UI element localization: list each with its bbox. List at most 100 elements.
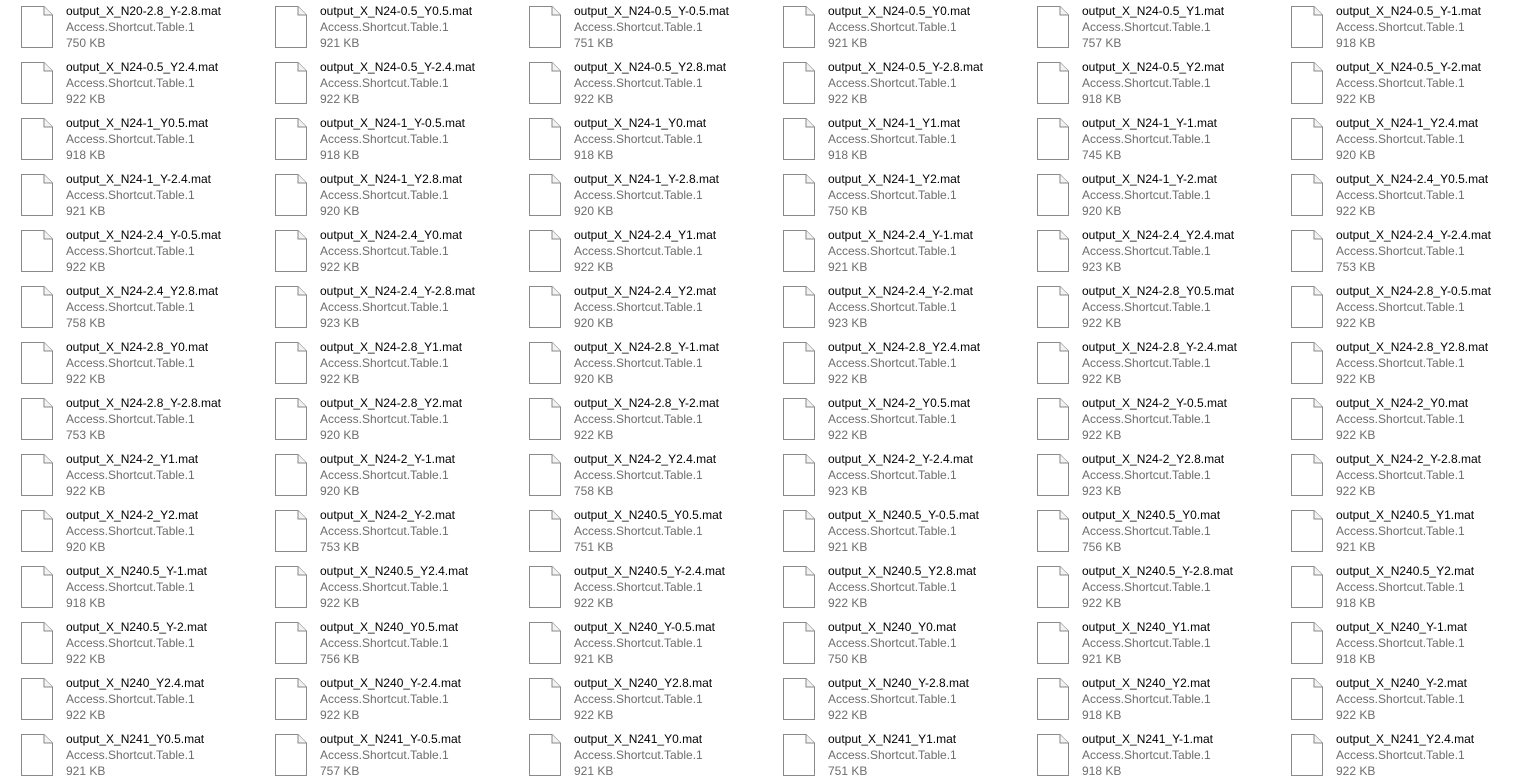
file-tile[interactable]: output_X_N240.5_Y-2.4.mat Access.Shortcut… [508,560,748,612]
file-tile[interactable]: output_X_N24-2.4_Y-2.8.mat Access.Shortcu… [254,280,494,332]
file-tile[interactable]: output_X_N24-2_Y-2.4.mat Access.Shortcut.… [762,448,1002,500]
document-file-icon [20,733,54,777]
file-size: 918 KB [1336,36,1376,50]
file-tile[interactable]: output_X_N20-2.8_Y-2.8.mat Access.Shortcu… [0,0,240,52]
file-tile[interactable]: output_X_N24-1_Y-2.4.mat Access.Shortcut.… [0,168,240,220]
file-tile[interactable]: output_X_N24-0.5_Y0.5.mat Access.Shortcut… [254,0,494,52]
file-tile[interactable]: output_X_N240.5_Y2.8.mat Access.Shortcut.… [762,560,1002,612]
file-tile[interactable]: output_X_N24-0.5_Y2.mat Access.Shortcut.T… [1016,56,1256,108]
file-tile[interactable]: output_X_N24-2.8_Y1.mat Access.Shortcut.T… [254,336,494,388]
file-tile[interactable]: output_X_N24-2.4_Y-2.4.mat Access.Shortcu… [1270,224,1510,276]
file-tile[interactable]: output_X_N240_Y-2.4.mat Access.Shortcut.T… [254,672,494,724]
file-tile[interactable]: output_X_N24-2.4_Y0.mat Access.Shortcut.T… [254,224,494,276]
file-tile[interactable]: output_X_N240.5_Y0.5.mat Access.Shortcut.… [508,504,748,556]
file-tile[interactable]: output_X_N24-2.4_Y-1.mat Access.Shortcut.… [762,224,1002,276]
file-tile[interactable]: output_X_N24-2_Y-0.5.mat Access.Shortcut.… [1016,392,1256,444]
file-tile[interactable]: output_X_N240_Y-2.8.mat Access.Shortcut.T… [762,672,1002,724]
file-tile[interactable]: output_X_N24-1_Y-1.mat Access.Shortcut.Ta… [1016,112,1256,164]
file-tile[interactable]: output_X_N240_Y-2.mat Access.Shortcut.Tab… [1270,672,1510,724]
file-tile[interactable]: output_X_N240.5_Y1.mat Access.Shortcut.Ta… [1270,504,1510,556]
file-tile[interactable]: output_X_N240.5_Y2.4.mat Access.Shortcut.… [254,560,494,612]
file-tile[interactable]: output_X_N24-1_Y-2.mat Access.Shortcut.Ta… [1016,168,1256,220]
file-tile[interactable]: output_X_N241_Y2.4.mat Access.Shortcut.Ta… [1270,728,1510,780]
file-tile[interactable]: output_X_N24-1_Y-2.8.mat Access.Shortcut.… [508,168,748,220]
file-tile[interactable]: output_X_N24-2.4_Y-2.mat Access.Shortcut.… [762,280,1002,332]
file-tile[interactable]: output_X_N24-2.4_Y0.5.mat Access.Shortcut… [1270,168,1510,220]
file-tile[interactable]: output_X_N24-2_Y-2.8.mat Access.Shortcut.… [1270,448,1510,500]
file-tile[interactable]: output_X_N24-2_Y1.mat Access.Shortcut.Tab… [0,448,240,500]
file-tile[interactable]: output_X_N24-2_Y2.4.mat Access.Shortcut.T… [508,448,748,500]
file-type: Access.Shortcut.Table.1 [1336,636,1465,650]
file-tile[interactable]: output_X_N24-2.8_Y0.mat Access.Shortcut.T… [0,336,240,388]
file-name: output_X_N24-2_Y0.mat [1336,396,1469,410]
file-tile[interactable]: output_X_N24-2.8_Y-2.8.mat Access.Shortcu… [0,392,240,444]
file-tile[interactable]: output_X_N24-2.4_Y1.mat Access.Shortcut.T… [508,224,748,276]
file-tile[interactable]: output_X_N241_Y0.5.mat Access.Shortcut.Ta… [0,728,240,780]
file-tile[interactable]: output_X_N240_Y0.mat Access.Shortcut.Tabl… [762,616,1002,668]
file-tile[interactable]: output_X_N24-2.8_Y0.5.mat Access.Shortcut… [1016,280,1256,332]
file-tile[interactable]: output_X_N240.5_Y0.mat Access.Shortcut.Ta… [1016,504,1256,556]
file-tile[interactable]: output_X_N24-0.5_Y-0.5.mat Access.Shortcu… [508,0,748,52]
file-tile[interactable]: output_X_N24-1_Y2.mat Access.Shortcut.Tab… [762,168,1002,220]
file-tile[interactable]: output_X_N240_Y1.mat Access.Shortcut.Tabl… [1016,616,1256,668]
file-tile[interactable]: output_X_N240_Y-1.mat Access.Shortcut.Tab… [1270,616,1510,668]
file-tile[interactable]: output_X_N24-0.5_Y2.4.mat Access.Shortcut… [0,56,240,108]
file-tile[interactable]: output_X_N24-2.8_Y2.8.mat Access.Shortcut… [1270,336,1510,388]
file-tile[interactable]: output_X_N240.5_Y-0.5.mat Access.Shortcut… [762,504,1002,556]
file-tile[interactable]: output_X_N240_Y2.mat Access.Shortcut.Tabl… [1016,672,1256,724]
file-tile[interactable]: output_X_N24-1_Y-0.5.mat Access.Shortcut.… [254,112,494,164]
file-tile[interactable]: output_X_N24-2.4_Y-0.5.mat Access.Shortcu… [0,224,240,276]
file-tile[interactable]: output_X_N24-2_Y2.mat Access.Shortcut.Tab… [0,504,240,556]
file-name: output_X_N24-2.8_Y1.mat [320,340,463,354]
file-type: Access.Shortcut.Table.1 [320,76,449,90]
file-tile[interactable]: output_X_N241_Y-1.mat Access.Shortcut.Tab… [1016,728,1256,780]
file-tile[interactable]: output_X_N240_Y2.8.mat Access.Shortcut.Ta… [508,672,748,724]
file-type: Access.Shortcut.Table.1 [320,692,449,706]
file-tile[interactable]: output_X_N24-2.8_Y2.4.mat Access.Shortcut… [762,336,1002,388]
file-tile[interactable]: output_X_N24-2.8_Y-1.mat Access.Shortcut.… [508,336,748,388]
file-tile[interactable]: output_X_N24-0.5_Y1.mat Access.Shortcut.T… [1016,0,1256,52]
file-tile[interactable]: output_X_N24-2.8_Y-2.4.mat Access.Shortcu… [1016,336,1256,388]
file-tile[interactable]: output_X_N240.5_Y-2.8.mat Access.Shortcut… [1016,560,1256,612]
file-tile[interactable]: output_X_N24-2.8_Y2.mat Access.Shortcut.T… [254,392,494,444]
file-tile[interactable]: output_X_N241_Y-0.5.mat Access.Shortcut.T… [254,728,494,780]
file-tile[interactable]: output_X_N24-2.4_Y2.4.mat Access.Shortcut… [1016,224,1256,276]
file-tile[interactable]: output_X_N24-2_Y-1.mat Access.Shortcut.Ta… [254,448,494,500]
file-tile[interactable]: output_X_N24-2.8_Y-0.5.mat Access.Shortcu… [1270,280,1510,332]
file-tile[interactable]: output_X_N24-0.5_Y2.8.mat Access.Shortcut… [508,56,748,108]
file-tile[interactable]: output_X_N240_Y2.4.mat Access.Shortcut.Ta… [0,672,240,724]
file-tile[interactable]: output_X_N240.5_Y-1.mat Access.Shortcut.T… [0,560,240,612]
file-tile[interactable]: output_X_N24-2.4_Y2.8.mat Access.Shortcut… [0,280,240,332]
file-tile[interactable]: output_X_N24-2.4_Y2.mat Access.Shortcut.T… [508,280,748,332]
file-tile[interactable]: output_X_N24-1_Y2.8.mat Access.Shortcut.T… [254,168,494,220]
file-tile[interactable]: output_X_N240_Y0.5.mat Access.Shortcut.Ta… [254,616,494,668]
file-tile[interactable]: output_X_N24-1_Y2.4.mat Access.Shortcut.T… [1270,112,1510,164]
document-file-icon [274,61,308,105]
document-file-icon [274,285,308,329]
file-name: output_X_N24-0.5_Y1.mat [1082,4,1225,18]
file-tile[interactable]: output_X_N24-1_Y0.mat Access.Shortcut.Tab… [508,112,748,164]
file-size: 922 KB [1336,484,1376,498]
file-tile[interactable]: output_X_N24-2_Y-2.mat Access.Shortcut.Ta… [254,504,494,556]
file-tile[interactable]: output_X_N241_Y1.mat Access.Shortcut.Tabl… [762,728,1002,780]
file-tile[interactable]: output_X_N24-2_Y2.8.mat Access.Shortcut.T… [1016,448,1256,500]
file-tile[interactable]: output_X_N24-1_Y1.mat Access.Shortcut.Tab… [762,112,1002,164]
document-file-icon [1290,733,1324,777]
file-size: 751 KB [574,540,614,554]
file-tile[interactable]: output_X_N240_Y-0.5.mat Access.Shortcut.T… [508,616,748,668]
file-tile[interactable]: output_X_N24-0.5_Y-2.mat Access.Shortcut.… [1270,56,1510,108]
file-tile[interactable]: output_X_N24-2.8_Y-2.mat Access.Shortcut.… [508,392,748,444]
file-tile[interactable]: output_X_N240.5_Y2.mat Access.Shortcut.Ta… [1270,560,1510,612]
document-file-icon [782,677,816,721]
file-tile[interactable]: output_X_N241_Y0.mat Access.Shortcut.Tabl… [508,728,748,780]
file-tile[interactable]: output_X_N24-0.5_Y-1.mat Access.Shortcut.… [1270,0,1510,52]
file-tile[interactable]: output_X_N24-0.5_Y-2.8.mat Access.Shortcu… [762,56,1002,108]
file-size: 922 KB [1082,316,1122,330]
file-tile[interactable]: output_X_N24-1_Y0.5.mat Access.Shortcut.T… [0,112,240,164]
file-tile[interactable]: output_X_N240.5_Y-2.mat Access.Shortcut.T… [0,616,240,668]
file-tile[interactable]: output_X_N24-0.5_Y-2.4.mat Access.Shortcu… [254,56,494,108]
file-tile[interactable]: output_X_N24-2_Y0.5.mat Access.Shortcut.T… [762,392,1002,444]
file-tile[interactable]: output_X_N24-2_Y0.mat Access.Shortcut.Tab… [1270,392,1510,444]
file-tile[interactable]: output_X_N24-0.5_Y0.mat Access.Shortcut.T… [762,0,1002,52]
file-size: 922 KB [574,260,614,274]
